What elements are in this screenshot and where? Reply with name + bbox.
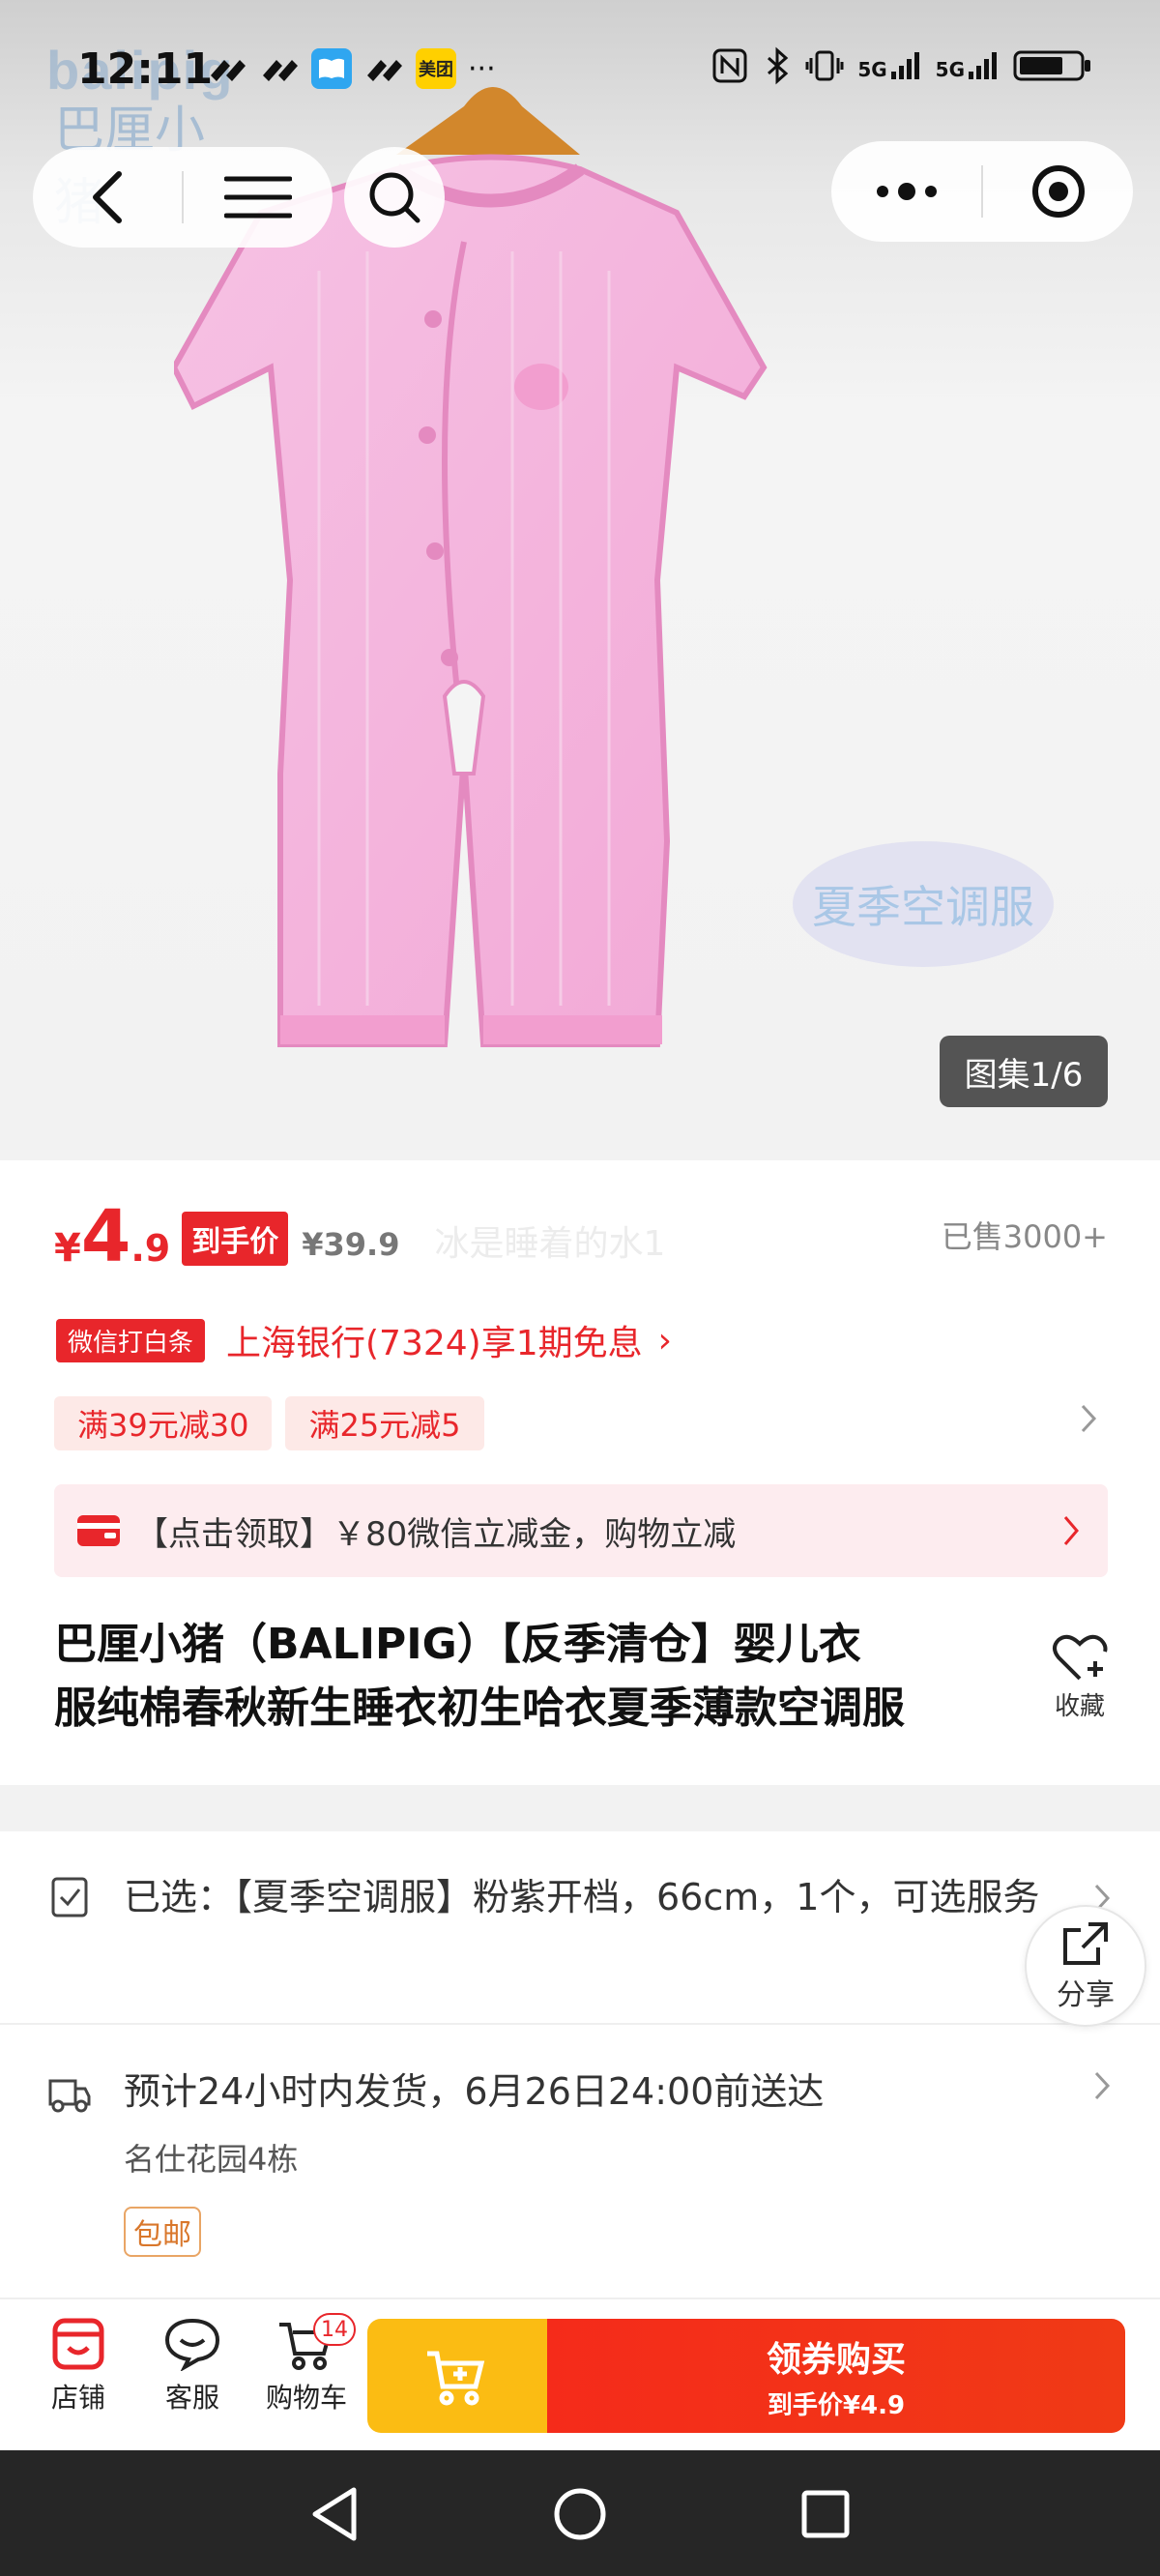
- status-time: 12:11: [77, 44, 214, 94]
- free-shipping-badge: 包邮: [124, 2207, 201, 2257]
- more-options-button[interactable]: [831, 141, 981, 242]
- menu-button[interactable]: [184, 147, 333, 248]
- share-icon: [1063, 1922, 1108, 1965]
- buy-main-label: 领券购买: [766, 2339, 906, 2380]
- coupon-chip[interactable]: 满39元减30: [54, 1396, 273, 1450]
- favorite-button[interactable]: 收藏: [1048, 1632, 1112, 1722]
- battery-icon: [1013, 50, 1090, 81]
- watermark-text: 冰是睡着的水1: [434, 1224, 666, 1264]
- system-navigation-bar: [0, 2450, 1160, 2576]
- cart-count-badge: 14: [313, 2313, 356, 2346]
- chevron-right-icon: [1081, 1404, 1097, 1433]
- gallery-counter-badge[interactable]: 图集1/6: [940, 1036, 1108, 1107]
- store-button[interactable]: 店铺: [25, 2317, 131, 2415]
- bluetooth-icon: [768, 46, 789, 85]
- product-title-line: 巴厘小猪（BALIPIG）【反季清仓】婴儿衣: [54, 1620, 861, 1669]
- shipping-row[interactable]: 预计24小时内发货，6月26日24:00前送达 名仕花园4栋 包邮: [0, 2027, 1160, 2298]
- selected-spec-text: 已选：【夏季空调服】粉紫开档，66cm，1个，可选服务: [124, 1876, 1040, 1918]
- price-currency: ¥: [54, 1226, 81, 1271]
- claim-subsidy-text: 【点击领取】￥80微信立减金，购物立减: [135, 1514, 737, 1554]
- original-price: ¥39.9: [302, 1226, 400, 1263]
- close-mini-program-button[interactable]: [983, 141, 1133, 242]
- delivery-address: 名仕花园4栋: [124, 2141, 299, 2178]
- heart-plus-icon: [1053, 1634, 1108, 1681]
- final-price-tag: 到手价: [182, 1212, 289, 1266]
- status-system-icons: 5G 5G: [710, 46, 1092, 85]
- store-label: 店铺: [50, 2382, 105, 2414]
- product-info-card: ¥ 4 .9 到手价 ¥39.9 冰是睡着的水1 已售3000+ 微信打白条 上…: [0, 1160, 1160, 1785]
- add-to-cart-button[interactable]: [367, 2319, 547, 2433]
- coupon-chip[interactable]: 满25元减5: [285, 1396, 484, 1450]
- ribbon-icon: [367, 60, 402, 81]
- favorite-label: 收藏: [1054, 1692, 1105, 1721]
- back-button[interactable]: [33, 147, 182, 248]
- chat-bubble-icon: [164, 2318, 220, 2371]
- chevron-right-icon: [1094, 2071, 1111, 2100]
- chevron-right-icon: ›: [657, 1320, 673, 1361]
- coupon-row[interactable]: 满39元减30 满25元减5: [54, 1396, 1108, 1450]
- ribbon-icon: [263, 60, 298, 81]
- more-dots-icon: [876, 183, 937, 200]
- delivery-estimate-text: 预计24小时内发货，6月26日24:00前送达: [124, 2070, 825, 2113]
- product-title: 巴厘小猪（BALIPIG）【反季清仓】婴儿衣 服纯棉春秋新生睡衣初生哈衣夏季薄款…: [54, 1613, 972, 1741]
- delivery-truck-icon: [48, 2079, 91, 2113]
- price-integer: 4: [80, 1195, 131, 1278]
- product-title-line: 服纯棉春秋新生睡衣初生哈衣夏季薄款空调服: [54, 1683, 905, 1733]
- search-icon: [369, 172, 420, 223]
- status-notification-icons: 美团 ···: [207, 48, 496, 89]
- search-button[interactable]: [344, 147, 445, 248]
- spec-checklist-icon: [51, 1877, 88, 1917]
- meituan-app-icon: 美团: [416, 48, 456, 89]
- store-icon: [52, 2318, 104, 2370]
- nfc-icon: [712, 48, 747, 83]
- cart-button[interactable]: 14 购物车: [253, 2313, 360, 2415]
- circle-home-icon: [554, 2488, 606, 2540]
- square-recents-icon: [801, 2490, 850, 2538]
- customer-service-button[interactable]: 客服: [139, 2317, 246, 2415]
- wallet-icon: [77, 1515, 120, 1546]
- signal-5g-icon: 5G: [857, 50, 921, 81]
- selection-card: 已选：【夏季空调服】粉紫开档，66cm，1个，可选服务 分享 预计24小时内发货…: [0, 1831, 1160, 2298]
- claim-coupon-buy-button[interactable]: 领券购买 到手价¥4.9: [547, 2319, 1125, 2433]
- signal-5g-icon: 5G: [936, 50, 1000, 81]
- bank-offer-text: 上海银行(7324)享1期免息: [226, 1324, 643, 1363]
- wechat-credit-tag: 微信打白条: [56, 1318, 206, 1362]
- system-recents-button[interactable]: [797, 2485, 855, 2543]
- nav-pill: [33, 147, 333, 248]
- buy-sub-label: 到手价¥4.9: [767, 2390, 906, 2420]
- system-home-button[interactable]: [551, 2485, 609, 2543]
- back-arrow-icon: [93, 171, 122, 223]
- target-circle-icon: [1031, 165, 1085, 218]
- system-back-button[interactable]: [305, 2485, 363, 2543]
- chevron-right-icon: [1063, 1516, 1079, 1545]
- book-app-icon: [311, 48, 352, 89]
- vibrate-icon: [805, 50, 844, 81]
- cart-label: 购物车: [265, 2382, 347, 2414]
- cart-plus-icon: [427, 2351, 485, 2406]
- selected-spec-row[interactable]: 已选：【夏季空调服】粉紫开档，66cm，1个，可选服务 分享: [0, 1831, 1160, 2027]
- mini-program-capsule: [831, 141, 1133, 242]
- customer-service-label: 客服: [164, 2382, 219, 2414]
- status-bar: 12:11 美团 ··· 5G 5G: [0, 0, 1160, 145]
- price-row: ¥ 4 .9 到手价 ¥39.9 冰是睡着的水1: [54, 1201, 665, 1275]
- bank-offer-row[interactable]: 微信打白条 上海银行(7324)享1期免息 ›: [56, 1315, 672, 1365]
- season-tag: 夏季空调服: [793, 841, 1054, 967]
- more-notifications-icon: ···: [468, 51, 496, 86]
- price-decimal: .9: [130, 1227, 171, 1270]
- sold-count: 已售3000+: [941, 1218, 1108, 1255]
- claim-subsidy-banner[interactable]: 【点击领取】￥80微信立减金，购物立减: [54, 1484, 1108, 1577]
- triangle-back-icon: [312, 2487, 357, 2541]
- hamburger-menu-icon: [223, 176, 292, 219]
- bottom-action-bar: 店铺 客服 14 购物车 领券购买 到手价¥4.9: [0, 2298, 1160, 2450]
- share-button[interactable]: 分享: [1025, 1905, 1146, 2027]
- ribbon-icon: [211, 60, 246, 81]
- share-label: 分享: [1057, 1978, 1115, 2012]
